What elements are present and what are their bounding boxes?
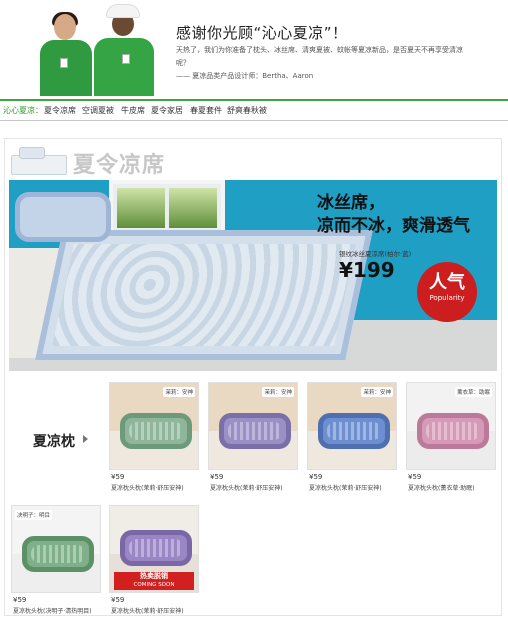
- product-tag: 薰衣草：助眠: [454, 387, 492, 397]
- bed-icon: [11, 145, 67, 175]
- product-tag: 决明子：明目: [15, 510, 53, 520]
- sold-out-label: 热卖脱销: [140, 572, 168, 580]
- chevron-right-icon: [83, 435, 88, 443]
- product-image[interactable]: 茉莉：安神: [109, 382, 199, 470]
- window-image: [109, 180, 225, 236]
- nav-item-spring-quilts[interactable]: 舒爽春秋被: [227, 105, 267, 116]
- product-tag: 茉莉：安神: [262, 387, 294, 397]
- popularity-badge-sublabel: Popularity: [429, 294, 465, 302]
- pillow-category-label[interactable]: 夏凉枕: [33, 431, 75, 451]
- ice-silk-mat-image: [35, 230, 373, 360]
- sold-out-banner: 热卖脱销 COMING SOON: [114, 572, 194, 590]
- section-title: 夏令凉席: [73, 153, 166, 178]
- pillow-image: [120, 413, 192, 449]
- pillow-image: [318, 413, 390, 449]
- nav-item-ac-quilts[interactable]: 空调夏被: [82, 105, 114, 116]
- banner-headline: 冰丝席， 凉而不冰，爽滑透气: [317, 192, 470, 238]
- product-name[interactable]: 夏凉枕头枕(茉莉·舒压安神): [111, 483, 184, 492]
- summer-mats-section: 夏令凉席 冰丝席， 凉而不冰，爽滑透气 银纹冰丝夏凉席(柏尔·蓝) ¥199 人…: [4, 138, 502, 616]
- product-tag: 茉莉：安神: [361, 387, 393, 397]
- pillow-image: [219, 413, 291, 449]
- banner-product-name: 银纹冰丝夏凉席(柏尔·蓝): [339, 250, 412, 258]
- nav-item-summer-mats[interactable]: 夏令凉席: [44, 105, 76, 116]
- banner-headline-line2: 凉而不冰，爽滑透气: [317, 216, 470, 236]
- welcome-text: 天热了，我们为你准备了枕头、冰丝席、清爽夏被、蚊帐等夏凉新品，是否夏天不再享受清…: [176, 46, 463, 67]
- banner-headline-line1: 冰丝席，: [317, 193, 385, 213]
- product-name[interactable]: 夏凉枕头枕(茉莉·舒压安神): [111, 606, 184, 615]
- product-name[interactable]: 夏凉枕头枕(决明子·清热明目): [13, 606, 92, 615]
- product-image[interactable]: 茉莉：安神: [307, 382, 397, 470]
- pillow-image: [417, 413, 489, 449]
- product-image[interactable]: 决明子：明目: [11, 505, 101, 593]
- staff-person-female: [38, 12, 94, 96]
- banner-pillow-image: [15, 192, 111, 242]
- welcome-title: 感谢你光顾“沁心夏凉”！: [176, 24, 348, 42]
- product-price: ¥59: [111, 596, 125, 604]
- pillow-image: [22, 536, 94, 572]
- staff-person-male: [90, 4, 156, 96]
- coming-soon-label: COMING SOON: [133, 582, 175, 588]
- category-nav: 沁心夏凉： 夏令凉席 空调夏被 牛皮席 夏令家居 春夏套件 舒爽春秋被: [0, 99, 508, 121]
- nav-item-leather-mats[interactable]: 牛皮席: [121, 105, 145, 116]
- nav-item-home[interactable]: 沁心夏凉：: [3, 105, 43, 116]
- popularity-badge-label: 人气: [429, 272, 465, 293]
- product-name[interactable]: 夏凉枕头枕(茉莉·舒压安神): [309, 483, 382, 492]
- product-price: ¥59: [13, 596, 27, 604]
- product-image[interactable]: 热卖脱销 COMING SOON: [109, 505, 199, 593]
- nav-item-summer-home[interactable]: 夏令家居: [151, 105, 183, 116]
- staff-photo: [38, 4, 156, 96]
- product-image[interactable]: 茉莉：安神: [208, 382, 298, 470]
- product-image[interactable]: 薰衣草：助眠: [406, 382, 496, 470]
- product-price: ¥59: [111, 473, 125, 481]
- product-name[interactable]: 夏凉枕头枕(薰衣草·助眠): [408, 483, 475, 492]
- product-price: ¥59: [309, 473, 323, 481]
- product-price: ¥59: [210, 473, 224, 481]
- designer-signature: —— 夏凉品类产品设计师：Bertha、Aaron: [176, 72, 314, 80]
- product-name[interactable]: 夏凉枕头枕(茉莉·舒压安神): [210, 483, 283, 492]
- section-header: 夏令凉席: [5, 139, 501, 179]
- product-tag: 茉莉：安神: [163, 387, 195, 397]
- product-price: ¥59: [408, 473, 422, 481]
- welcome-header: 感谢你光顾“沁心夏凉”！ 天热了，我们为你准备了枕头、冰丝席、清爽夏被、蚊帐等夏…: [0, 0, 508, 96]
- banner-price: ¥199: [339, 258, 395, 282]
- promo-banner[interactable]: 冰丝席， 凉而不冰，爽滑透气 银纹冰丝夏凉席(柏尔·蓝) ¥199 人气 Pop…: [9, 180, 497, 371]
- popularity-badge: 人气 Popularity: [417, 262, 477, 322]
- pillow-image: [120, 530, 192, 566]
- nav-item-spring-sets[interactable]: 春夏套件: [190, 105, 222, 116]
